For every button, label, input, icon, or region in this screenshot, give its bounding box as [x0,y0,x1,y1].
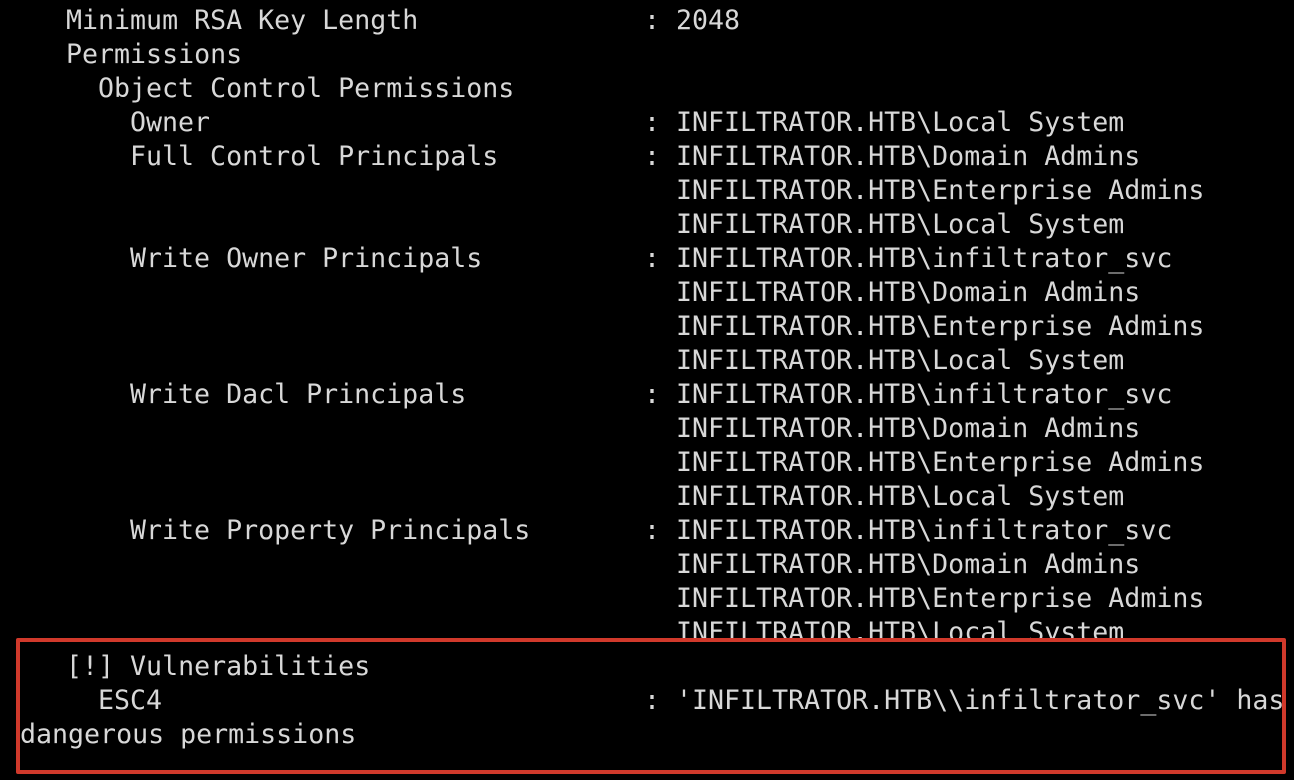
full-control-label: Full Control Principals [130,141,499,172]
full-control-row-cont: INFILTRATOR.HTB\Local System [0,208,1294,242]
write-owner-row-cont: INFILTRATOR.HTB\Domain Admins [0,276,1294,310]
esc4-value-wrap: dangerous permissions [20,719,357,750]
scrollback-region: Minimum RSA Key Length : 2048 Permission… [0,0,1294,641]
write-property-value-2: INFILTRATOR.HTB\Domain Admins [676,549,1141,580]
write-dacl-value-2: INFILTRATOR.HTB\Domain Admins [676,413,1141,444]
owner-value: INFILTRATOR.HTB\Local System [676,107,1125,138]
write-dacl-value-3: INFILTRATOR.HTB\Enterprise Admins [676,447,1205,478]
min-rsa-row: Minimum RSA Key Length : 2048 [0,4,1294,38]
ocp-heading-row: Object Control Permissions [0,72,1294,106]
write-owner-row: Write Owner Principals : INFILTRATOR.HTB… [0,242,1294,276]
esc4-label: ESC4 [98,685,163,716]
write-property-label: Write Property Principals [130,515,531,546]
write-property-value-1: INFILTRATOR.HTB\infiltrator_svc [676,515,1173,546]
esc4-row-wrap: dangerous permissions [0,718,1294,752]
write-dacl-row-cont: INFILTRATOR.HTB\Local System [0,480,1294,514]
write-dacl-row: Write Dacl Principals : INFILTRATOR.HTB\… [0,378,1294,412]
write-owner-sep: : [644,243,661,274]
write-owner-row-cont: INFILTRATOR.HTB\Local System [0,344,1294,378]
write-property-row-cont: INFILTRATOR.HTB\Enterprise Admins [0,582,1294,616]
write-property-row: Write Property Principals : INFILTRATOR.… [0,514,1294,548]
terminal-output[interactable]: Minimum RSA Key Length : 2048 Permission… [0,0,1294,780]
write-owner-value-4: INFILTRATOR.HTB\Local System [676,345,1125,376]
write-dacl-sep: : [644,379,661,410]
full-control-sep: : [644,141,661,172]
write-owner-value-2: INFILTRATOR.HTB\Domain Admins [676,277,1141,308]
write-property-value-4: INFILTRATOR.HTB\Local System [676,617,1125,641]
min-rsa-value: 2048 [676,5,741,36]
full-control-value-1: INFILTRATOR.HTB\Domain Admins [676,141,1141,172]
write-property-row-cont: INFILTRATOR.HTB\Local System [0,616,1294,641]
write-property-value-3: INFILTRATOR.HTB\Enterprise Admins [676,583,1205,614]
min-rsa-sep: : [644,5,661,36]
write-dacl-value-1: INFILTRATOR.HTB\infiltrator_svc [676,379,1173,410]
full-control-row: Full Control Principals : INFILTRATOR.HT… [0,140,1294,174]
full-control-value-2: INFILTRATOR.HTB\Enterprise Admins [676,175,1205,206]
esc4-sep: : [644,685,661,716]
permissions-heading: Permissions [66,39,243,70]
write-dacl-row-cont: INFILTRATOR.HTB\Domain Admins [0,412,1294,446]
permissions-heading-row: Permissions [0,38,1294,72]
full-control-row-cont: INFILTRATOR.HTB\Enterprise Admins [0,174,1294,208]
ocp-heading: Object Control Permissions [98,73,515,104]
owner-sep: : [644,107,661,138]
owner-row: Owner : INFILTRATOR.HTB\Local System [0,106,1294,140]
min-rsa-label: Minimum RSA Key Length [66,5,419,36]
write-dacl-label: Write Dacl Principals [130,379,467,410]
write-owner-value-1: INFILTRATOR.HTB\infiltrator_svc [676,243,1173,274]
vulnerabilities-heading-row: [!] Vulnerabilities [0,650,1294,684]
owner-label: Owner [130,107,211,138]
write-dacl-row-cont: INFILTRATOR.HTB\Enterprise Admins [0,446,1294,480]
write-owner-row-cont: INFILTRATOR.HTB\Enterprise Admins [0,310,1294,344]
write-property-sep: : [644,515,661,546]
full-control-value-3: INFILTRATOR.HTB\Local System [676,209,1125,240]
esc4-value: 'INFILTRATOR.HTB\\infiltrator_svc' has [676,685,1285,716]
write-property-row-cont: INFILTRATOR.HTB\Domain Admins [0,548,1294,582]
esc4-row: ESC4 : 'INFILTRATOR.HTB\\infiltrator_svc… [0,684,1294,718]
write-owner-label: Write Owner Principals [130,243,483,274]
vulnerabilities-heading: [!] Vulnerabilities [66,651,371,682]
write-owner-value-3: INFILTRATOR.HTB\Enterprise Admins [676,311,1205,342]
write-dacl-value-4: INFILTRATOR.HTB\Local System [676,481,1125,512]
